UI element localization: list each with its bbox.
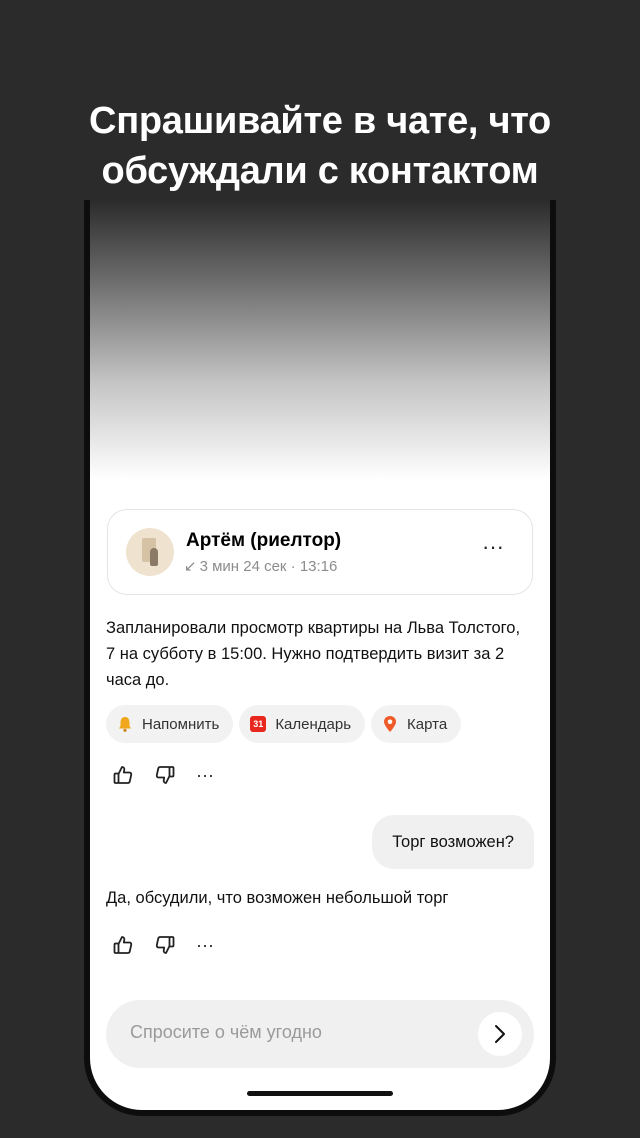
map-chip[interactable]: Карта — [371, 705, 462, 743]
bell-icon — [116, 715, 134, 733]
summary-feedback: ··· — [112, 764, 214, 786]
chevron-right-icon — [495, 1025, 505, 1043]
remind-label: Напомнить — [142, 715, 220, 733]
top-fade-overlay — [90, 200, 550, 480]
chat-input[interactable]: Спросите о чём угодно — [106, 1000, 534, 1068]
incoming-call-icon: ↙ — [184, 558, 197, 575]
user-message-bubble: Торг возможен? — [372, 815, 534, 869]
thumbs-up-icon[interactable] — [112, 764, 134, 786]
calendar-icon: 31 — [249, 715, 267, 733]
calendar-label: Календарь — [275, 715, 352, 733]
chat-input-placeholder: Спросите о чём угодно — [130, 1022, 322, 1042]
calendar-chip[interactable]: 31 Календарь — [239, 705, 366, 743]
thumbs-down-icon[interactable] — [154, 764, 176, 786]
map-label: Карта — [407, 715, 448, 733]
call-meta: ↙ 3 мин 24 сек · 13:16 — [184, 557, 338, 576]
more-options-button[interactable]: ··· — [482, 536, 504, 558]
thumbs-up-icon[interactable] — [112, 934, 134, 956]
promo-headline: Спрашивайте в чате, что обсуждали с конт… — [89, 100, 551, 192]
feedback-more-button[interactable]: ··· — [196, 936, 214, 954]
thumbs-down-icon[interactable] — [154, 934, 176, 956]
map-pin-icon — [381, 715, 399, 733]
home-indicator — [247, 1091, 393, 1096]
phone-frame: Артём (риелтор) ↙ 3 мин 24 сек · 13:16 ·… — [84, 200, 556, 1116]
feedback-more-button[interactable]: ··· — [196, 766, 214, 784]
send-button[interactable] — [478, 1012, 522, 1056]
avatar — [126, 528, 174, 576]
call-duration-time: 3 мин 24 сек · 13:16 — [199, 557, 338, 575]
action-chips: Напомнить 31 Календарь Карта — [106, 705, 462, 743]
contact-name: Артём (риелтор) — [186, 530, 342, 551]
call-summary-text: Запланировали просмотр квартиры на Льва … — [106, 619, 521, 689]
answer-feedback: ··· — [112, 934, 214, 956]
chat-screen: Артём (риелтор) ↙ 3 мин 24 сек · 13:16 ·… — [90, 200, 550, 1110]
call-contact-card[interactable]: Артём (риелтор) ↙ 3 мин 24 сек · 13:16 ·… — [107, 509, 533, 595]
assistant-answer: Да, обсудили, что возможен небольшой тор… — [106, 889, 449, 907]
remind-chip[interactable]: Напомнить — [106, 705, 234, 743]
